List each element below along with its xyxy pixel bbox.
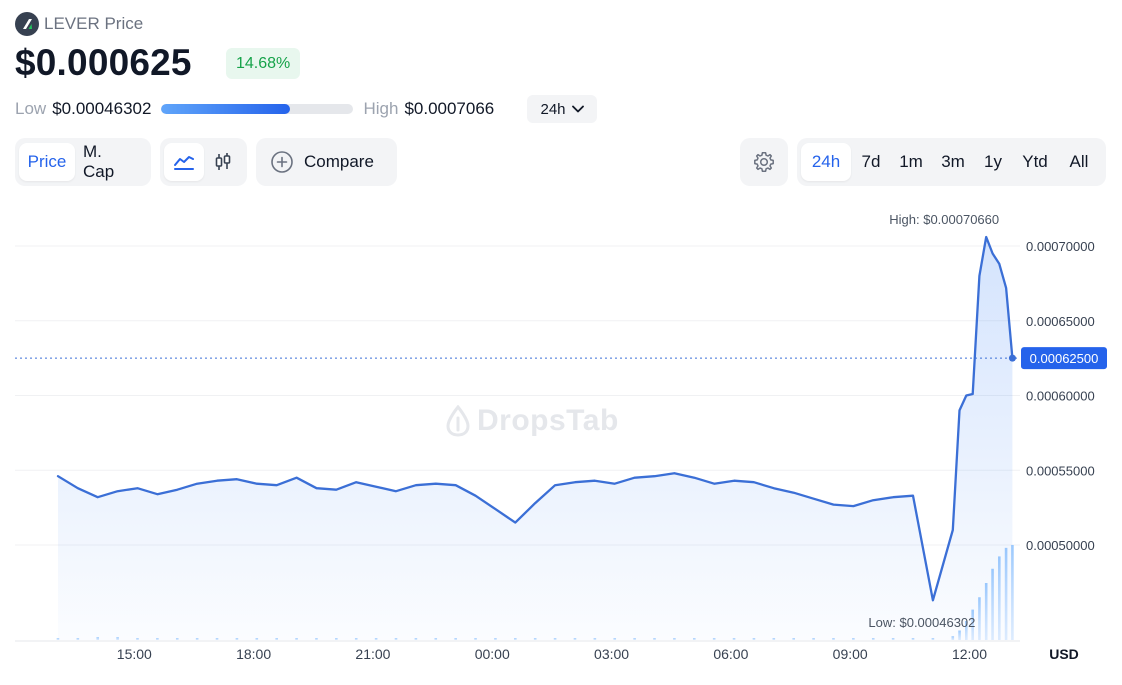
line-chart-button[interactable] [164, 143, 204, 181]
candlestick-icon [215, 153, 231, 170]
x-tick-label: 15:00 [117, 646, 152, 662]
high-annotation: High: $0.00070660 [889, 212, 999, 227]
chart-type-toggle [160, 138, 247, 186]
range-24h[interactable]: 24h [801, 143, 851, 181]
current-price-badge: 0.00062500 [1021, 347, 1107, 370]
range-ytd[interactable]: Ytd [1011, 143, 1059, 181]
settings-button[interactable] [740, 138, 788, 186]
range-all[interactable]: All [1059, 143, 1099, 181]
x-tick-label: 21:00 [355, 646, 390, 662]
y-tick-label: 0.00065000 [1026, 314, 1095, 329]
range-bar [161, 104, 354, 114]
current-price-dot [1008, 354, 1016, 362]
high-value: $0.0007066 [404, 99, 495, 118]
current-price-badge-text: 0.00062500 [1030, 351, 1099, 366]
y-tick-label: 0.00055000 [1026, 463, 1095, 478]
y-tick-label: 0.00060000 [1026, 389, 1095, 404]
gear-icon [754, 152, 774, 172]
plus-circle-icon [271, 151, 293, 173]
low-label: Low [15, 99, 47, 118]
period-select[interactable]: 24h [527, 95, 597, 123]
x-tick-label: 09:00 [833, 646, 868, 662]
x-tick-label: 03:00 [594, 646, 629, 662]
tab-market-cap[interactable]: M. Cap [75, 142, 145, 181]
current-price: $0.000625 [15, 42, 192, 83]
compare-label: Compare [304, 152, 374, 171]
x-tick-label: 06:00 [713, 646, 748, 662]
period-select-value: 24h [540, 100, 566, 118]
chevron-down-icon [571, 105, 584, 113]
range-1y[interactable]: 1y [975, 143, 1011, 181]
range-7d[interactable]: 7d [851, 143, 891, 181]
price-area [58, 237, 1013, 640]
x-axis: 15:00 18:00 21:00 00:00 03:00 06:00 09:00 12:00 [15, 640, 1020, 662]
price-change-badge: 14.68% [226, 48, 301, 79]
tab-price[interactable]: Price [19, 143, 75, 181]
low-value: $0.00046302 [52, 99, 152, 118]
y-tick-label: 0.00070000 [1026, 239, 1095, 254]
token-title: LEVER Price [44, 14, 144, 33]
time-range-tabs: 24h 7d 1m 3m 1y Ytd All [797, 138, 1106, 186]
metric-tabs: Price M. Cap [15, 138, 151, 186]
y-axis: 0.00070000 0.00065000 0.00060000 0.00055000… [1026, 239, 1095, 553]
price-range-row: Low $0.00046302 High $0.0007066 [15, 97, 494, 121]
price-chart[interactable]: 0.00070000 0.00065000 0.00060000 0.00055000… [0, 195, 1122, 685]
range-1m[interactable]: 1m [891, 143, 931, 181]
token-logo [15, 12, 39, 36]
line-chart-icon [173, 156, 194, 170]
x-tick-label: 00:00 [475, 646, 510, 662]
compare-button[interactable]: Compare [256, 138, 397, 186]
range-3m[interactable]: 3m [931, 143, 975, 181]
y-tick-label: 0.00050000 [1026, 538, 1095, 553]
currency-label: USD [1049, 646, 1079, 662]
high-label: High [363, 99, 399, 118]
candlestick-button[interactable] [204, 143, 244, 181]
low-annotation: Low: $0.00046302 [868, 615, 975, 630]
x-tick-label: 12:00 [952, 646, 987, 662]
range-bar-fill [161, 104, 291, 114]
x-tick-label: 18:00 [236, 646, 271, 662]
lever-logo-icon [23, 19, 32, 29]
